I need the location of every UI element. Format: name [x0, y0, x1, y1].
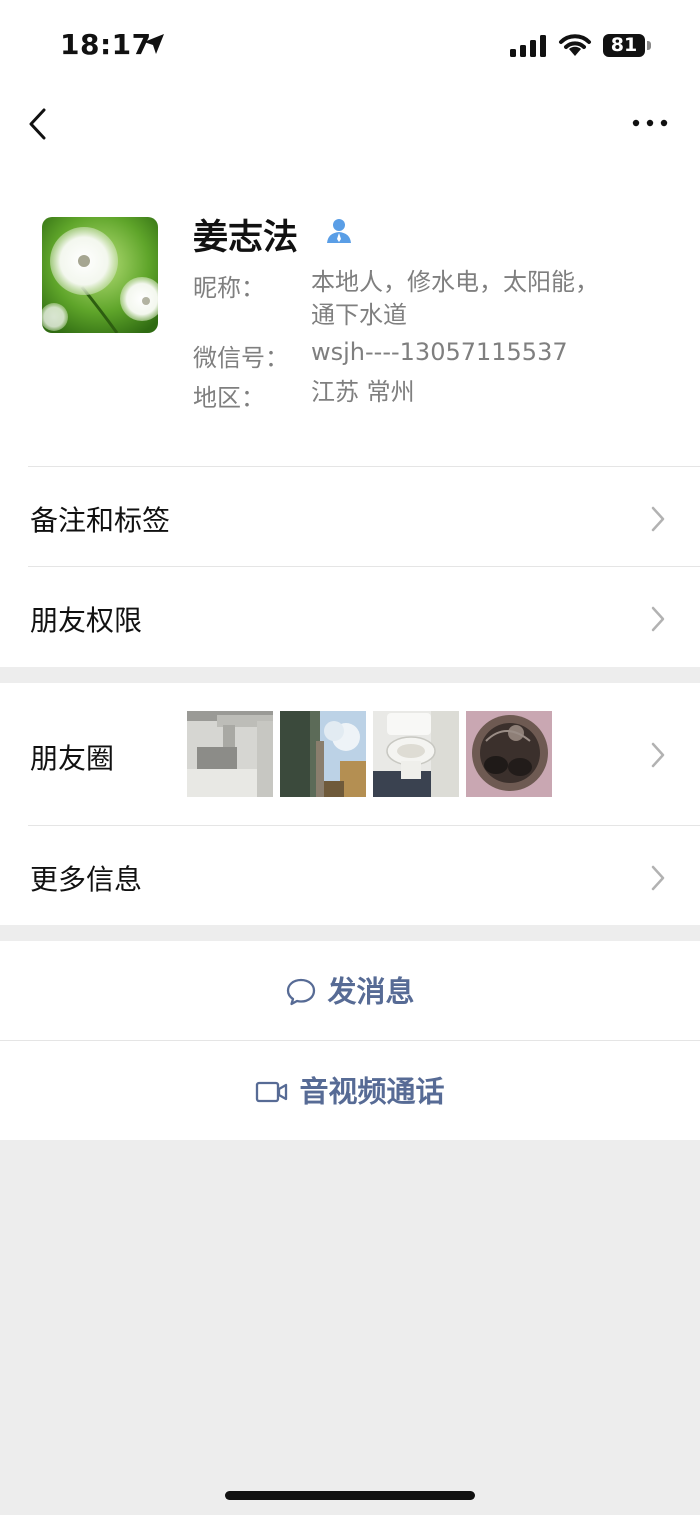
location-arrow-icon	[144, 34, 164, 54]
chevron-right-icon	[651, 742, 665, 768]
wifi-icon	[559, 34, 591, 56]
wechat-id-value: wsjh----13057115537	[311, 338, 568, 366]
region-value: 江苏 常州	[311, 378, 415, 406]
remarks-tags-label: 备注和标签	[30, 504, 171, 537]
more-info-row[interactable]: 更多信息	[0, 826, 700, 925]
video-call-label: 音视频通话	[299, 1074, 445, 1109]
nickname-value: 本地人，修水电，太阳能， 通下水道	[311, 266, 651, 332]
back-chevron-icon[interactable]	[26, 106, 50, 142]
more-options-icon[interactable]	[632, 118, 668, 128]
contact-name: 姜志法	[193, 218, 299, 258]
moments-thumbnail-toilet[interactable]	[373, 711, 459, 797]
send-message-button[interactable]: 发消息	[0, 941, 700, 1040]
wechat-id-label: 微信号：	[193, 344, 289, 372]
remarks-tags-row[interactable]: 备注和标签	[0, 467, 700, 566]
friend-permissions-row[interactable]: 朋友权限	[0, 567, 700, 667]
moments-thumbnail-drainpipe[interactable]	[280, 711, 366, 797]
chat-bubble-icon	[287, 978, 316, 1006]
moments-label: 朋友圈	[30, 742, 115, 775]
avatar[interactable]	[42, 217, 158, 333]
cellular-signal-icon	[510, 35, 546, 57]
nickname-label: 昵称：	[193, 274, 265, 302]
contact-person-icon	[327, 219, 351, 243]
nickname-line-1: 本地人，修水电，太阳能，	[311, 268, 599, 296]
friend-permissions-label: 朋友权限	[30, 604, 143, 637]
video-call-button[interactable]: 音视频通话	[0, 1041, 700, 1140]
moments-thumbnail-drain-clog[interactable]	[466, 711, 552, 797]
nickname-line-2: 通下水道	[311, 301, 407, 329]
battery-level: 81	[603, 34, 645, 57]
video-camera-icon	[256, 1081, 288, 1103]
send-message-label: 发消息	[327, 974, 415, 1009]
home-indicator[interactable]	[225, 1491, 475, 1500]
chevron-right-icon	[651, 865, 665, 891]
status-time: 18:17	[60, 28, 152, 61]
battery-nub	[647, 41, 651, 50]
more-info-label: 更多信息	[30, 863, 143, 896]
region-label: 地区：	[193, 384, 265, 412]
chevron-right-icon	[651, 606, 665, 632]
moments-thumbnail-pipe[interactable]	[187, 711, 273, 797]
chevron-right-icon	[651, 506, 665, 532]
